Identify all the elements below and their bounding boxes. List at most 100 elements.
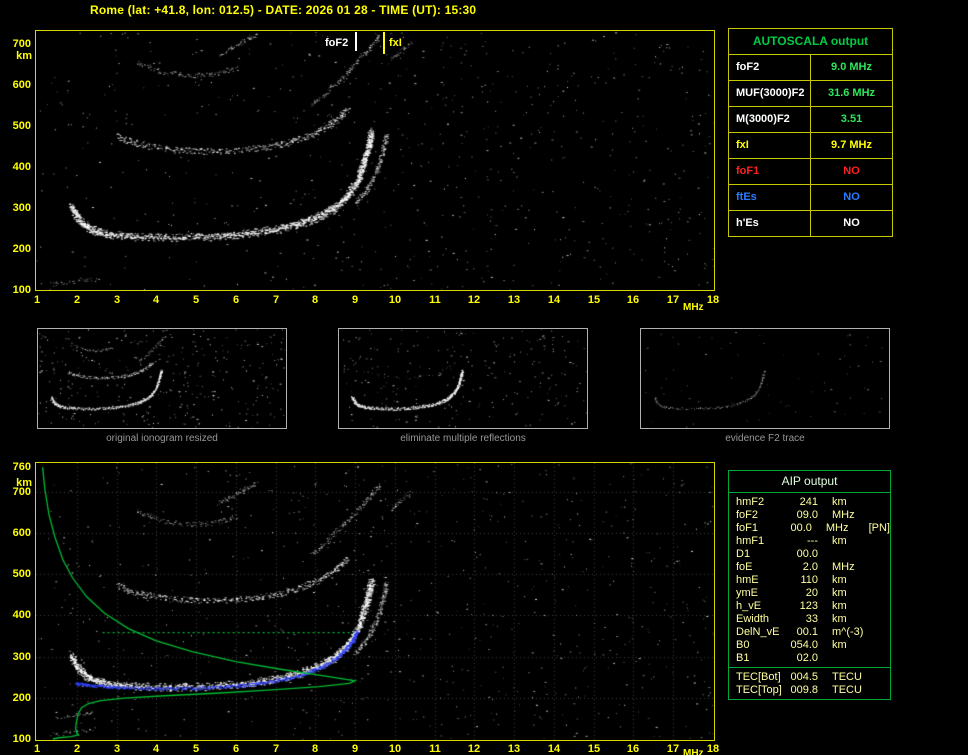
top-y-tick-label: 500: [12, 120, 31, 132]
aip-row: hmE 110 km: [729, 574, 890, 587]
bottom-x-tick-label: 2: [73, 743, 81, 755]
bottom-x-tick-label: 13: [507, 743, 521, 755]
top-x-tick-label: 7: [272, 294, 280, 306]
aip-param-extra: [876, 535, 890, 548]
autoscala-param-value: 31.6 MHz: [827, 87, 876, 99]
aip-param-label: hmF2: [736, 496, 765, 508]
thumbnail-eliminate-reflections: [338, 328, 588, 429]
top-ionogram-canvas: [36, 31, 714, 290]
autoscala-row: ftEs NO: [729, 185, 892, 211]
thumbnail-evidence-canvas: [641, 329, 889, 428]
autoscala-output-table: AUTOSCALA output foF2 9.0 MHz MUF(3000)F2 3…: [728, 28, 893, 237]
aip-row: foF2 09.0 MHz: [729, 509, 890, 522]
aip-param-label: foF1: [736, 522, 759, 534]
aip-table-rows: hmF2 241 km foF2 09.0 MHz foF1 00.0 MHz [PN] hmF1 -…: [729, 493, 890, 667]
aip-param-extra: [876, 509, 890, 522]
top-x-tick-label: 11: [429, 294, 441, 306]
aip-param-label: B1: [736, 652, 750, 664]
top-x-tick-label: 8: [311, 294, 319, 306]
aip-row: TEC[Top] 009.8 TECU: [729, 684, 890, 697]
autoscala-param-label: h'Es: [729, 211, 811, 236]
aip-row: hmF1 --- km: [729, 535, 890, 548]
aip-row: TEC[Bot] 004.5 TECU: [729, 671, 890, 684]
top-x-tick-label: 4: [152, 294, 160, 306]
top-y-axis-unit: km: [16, 50, 32, 62]
autoscala-param-value: 9.7 MHz: [831, 139, 872, 151]
aip-param-extra: [876, 639, 890, 652]
aip-param-unit: km: [832, 639, 847, 651]
aip-param-extra: [876, 587, 890, 600]
top-x-tick-label: 16: [626, 294, 640, 306]
aip-param-value: 00.0: [790, 522, 812, 534]
aip-param-label: Ewidth: [736, 613, 770, 625]
aip-param-unit: km: [832, 496, 847, 508]
bottom-x-tick-label: 3: [113, 743, 121, 755]
aip-param-extra: [876, 496, 890, 509]
aip-param-label: TEC[Bot]: [736, 671, 781, 683]
bottom-x-tick-label: 10: [388, 743, 402, 755]
aip-param-unit: km: [832, 574, 847, 586]
bottom-y-tick-label: 600: [12, 527, 31, 539]
bottom-x-tick-label: 8: [311, 743, 319, 755]
fxI-marker-line: [383, 32, 385, 54]
bottom-x-tick-label: 9: [351, 743, 359, 755]
aip-param-unit: m^(-3): [832, 626, 864, 638]
aip-row: B1 02.0: [729, 652, 890, 665]
bottom-x-tick-label: 11: [429, 743, 441, 755]
autoscala-row: foF2 9.0 MHz: [729, 55, 892, 81]
aip-param-extra: [PN]: [868, 522, 890, 534]
aip-param-value: 02.0: [796, 652, 818, 664]
autoscala-row: foF1 NO: [729, 159, 892, 185]
aip-row: h_vE 123 km: [729, 600, 890, 613]
aip-param-label: hmE: [736, 574, 759, 586]
aip-row: hmF2 241 km: [729, 496, 890, 509]
bottom-x-tick-label: 18: [706, 743, 720, 755]
foF2-label: foF2: [325, 37, 349, 49]
bottom-x-tick-label: 17: [666, 743, 680, 755]
aip-param-unit: [818, 548, 876, 561]
aip-param-extra: [876, 548, 890, 561]
aip-param-value: 33: [805, 613, 818, 625]
aip-param-value: 00.0: [796, 548, 818, 560]
bottom-y-tick-label: 400: [12, 609, 31, 621]
station-title: Rome (lat: +41.8, lon: 012.5) - DATE: 20…: [90, 3, 477, 17]
aip-param-unit: TECU: [832, 684, 862, 696]
thumbnail-eliminate-canvas: [339, 329, 587, 428]
top-x-tick-label: 10: [388, 294, 402, 306]
aip-row: foF1 00.0 MHz [PN]: [729, 522, 890, 535]
thumbnail-caption-eliminate: eliminate multiple reflections: [400, 433, 526, 444]
thumbnail-caption-evidence: evidence F2 trace: [725, 433, 805, 444]
autoscala-app-window: Rome (lat: +41.8, lon: 012.5) - DATE: 20…: [0, 0, 968, 755]
aip-param-label: foE: [736, 561, 753, 573]
aip-param-unit: [818, 652, 876, 665]
autoscala-table-header: AUTOSCALA output: [729, 29, 892, 55]
top-x-tick-label: 12: [467, 294, 481, 306]
aip-param-value: 00.1: [796, 626, 818, 638]
aip-row: B0 054.0 km: [729, 639, 890, 652]
autoscala-row: fxI 9.7 MHz: [729, 133, 892, 159]
top-x-tick-label: 2: [73, 294, 81, 306]
aip-param-label: DelN_vE: [736, 626, 780, 638]
aip-param-extra: [876, 652, 890, 665]
bottom-y-tick-label: 300: [12, 651, 31, 663]
autoscala-table-rows: foF2 9.0 MHz MUF(3000)F2 31.6 MHz M(3000)F2 3…: [729, 55, 892, 236]
autoscala-param-label: M(3000)F2: [729, 107, 811, 132]
top-y-tick-label: 100: [12, 284, 31, 296]
bottom-x-tick-label: 15: [587, 743, 601, 755]
autoscala-param-label: fxI: [729, 133, 811, 158]
aip-param-extra: [876, 561, 890, 574]
aip-row: D1 00.0: [729, 548, 890, 561]
bottom-y-tick-label: 500: [12, 568, 31, 580]
aip-output-table: AIP output hmF2 241 km foF2 09.0 MHz foF1 00.0 M…: [728, 470, 891, 700]
top-x-tick-label: 1: [33, 294, 41, 306]
aip-row: Ewidth 33 km: [729, 613, 890, 626]
autoscala-row: M(3000)F2 3.51: [729, 107, 892, 133]
aip-table-header: AIP output: [729, 471, 890, 493]
aip-param-unit: MHz: [832, 561, 855, 573]
thumbnail-caption-original: original ionogram resized: [106, 433, 218, 444]
aip-param-extra: [876, 626, 890, 639]
top-x-tick-label: 15: [587, 294, 601, 306]
top-x-tick-label: 14: [547, 294, 561, 306]
top-y-tick-label: 400: [12, 161, 31, 173]
bottom-y-tick-label: 760: [12, 461, 31, 473]
